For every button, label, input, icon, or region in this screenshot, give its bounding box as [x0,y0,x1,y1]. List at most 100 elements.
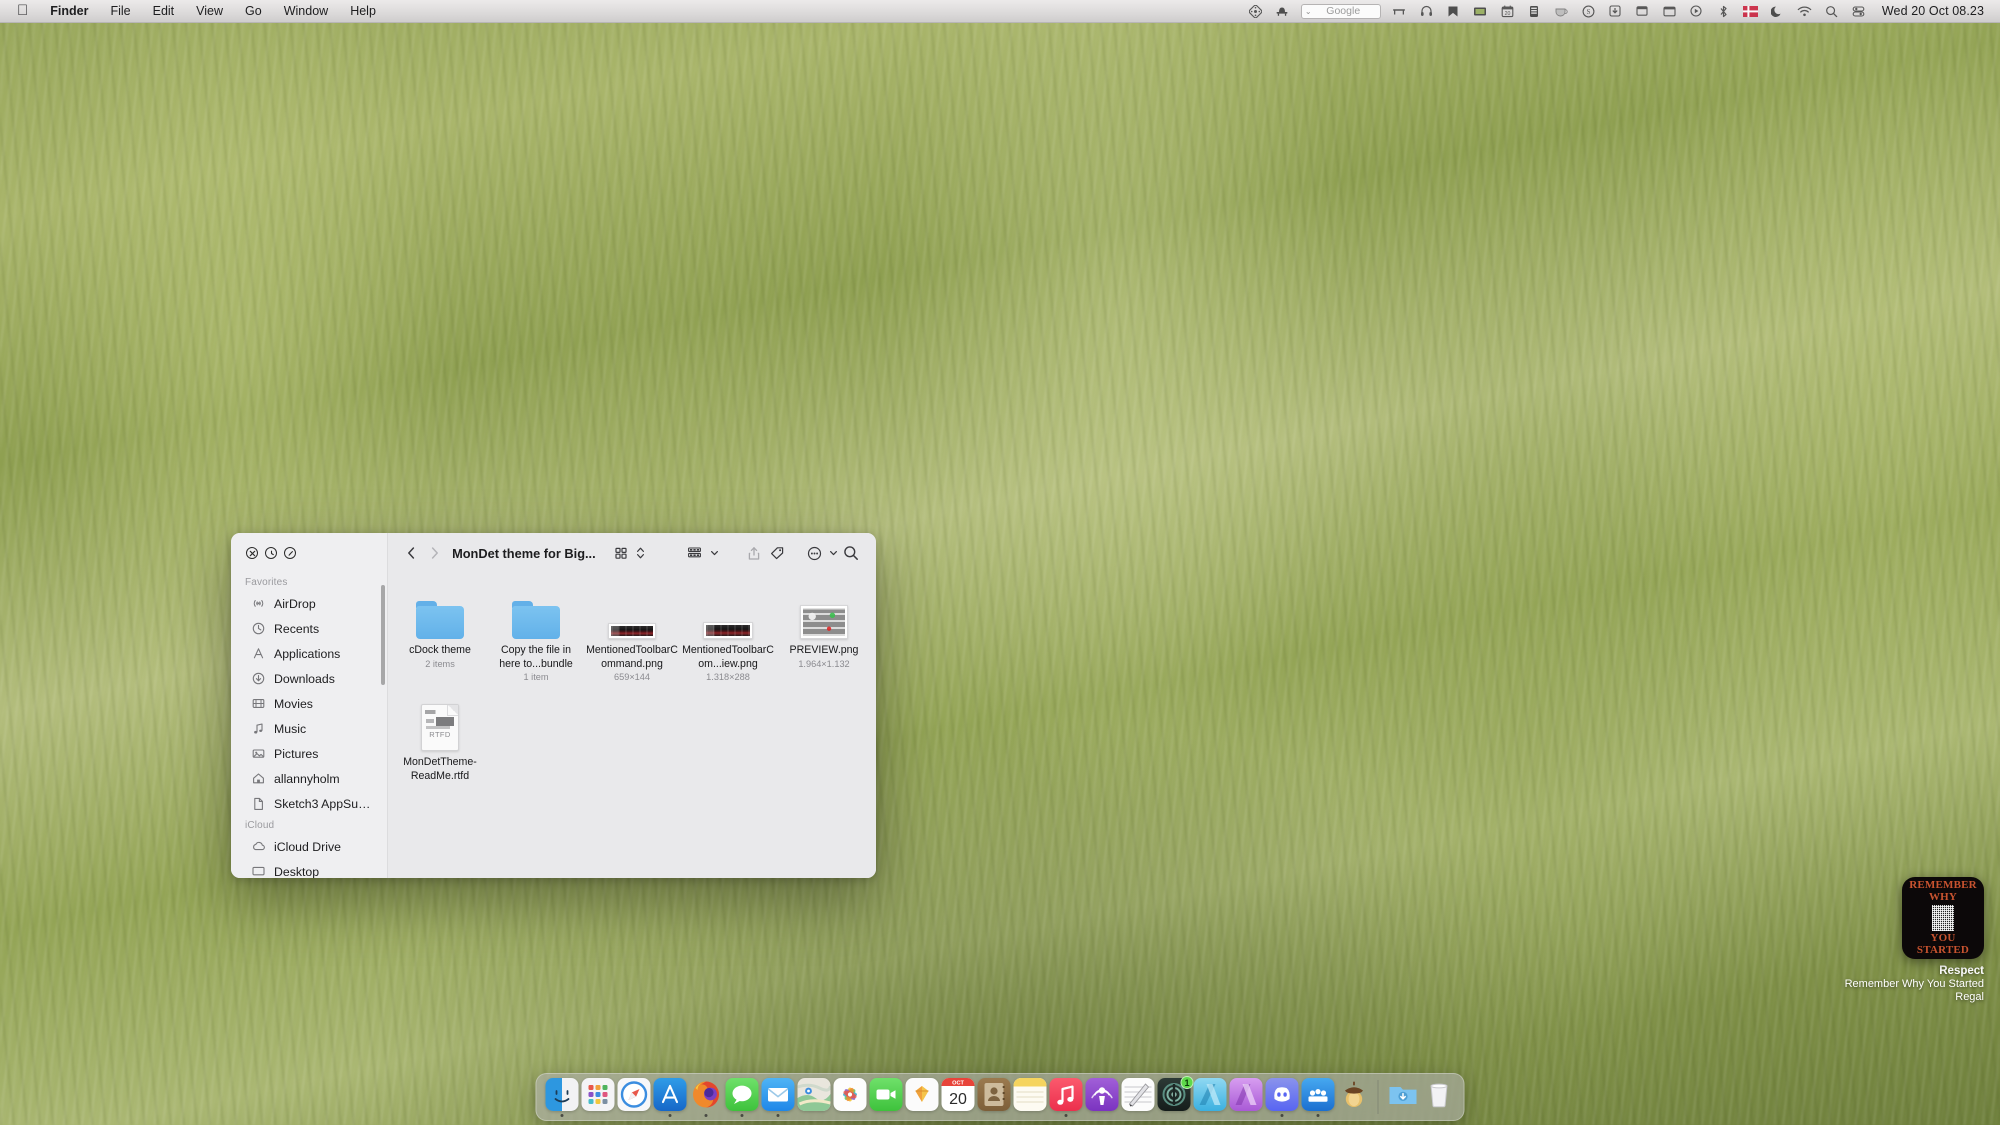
dock-item-calendar[interactable]: OCT20 [940,1078,976,1117]
dock-item-mail[interactable] [760,1078,796,1117]
menu-item-go[interactable]: Go [234,0,273,23]
file-item[interactable]: PREVIEW.png 1.964×1.132 [776,585,872,682]
sidebar-item-applications[interactable]: Applications [237,641,381,666]
menu-item-help[interactable]: Help [339,0,387,23]
dock-item-launchpad[interactable] [580,1078,616,1117]
dock-item-photos[interactable] [832,1078,868,1117]
finder-body: Favorites AirDrop Recents Applications [231,533,876,878]
sidebar-item-desktop[interactable]: Desktop [237,859,381,878]
dock-item-textedit[interactable] [1120,1078,1156,1117]
download-arrow-icon[interactable] [1602,0,1629,23]
share-icon[interactable] [743,540,766,566]
file-item[interactable]: MentionedToolbarCommand.png 659×144 [584,585,680,682]
dock-item-firefox[interactable] [688,1078,724,1117]
dock-item-maps[interactable] [796,1078,832,1117]
chevron-down-icon[interactable] [709,546,720,560]
search-icon[interactable] [839,540,862,566]
dock-item-app-store[interactable] [652,1078,688,1117]
apple-logo-icon[interactable]:  [6,0,39,23]
dock[interactable]: OCT20 1 [536,1073,1465,1121]
dock-item-sketch[interactable] [904,1078,940,1117]
more-ellipsis-icon[interactable] [801,540,827,566]
maximize-button[interactable] [284,547,296,559]
sidebar-item-sketch3-appsupport[interactable]: Sketch3 AppSupport [237,791,381,816]
sidebar-item-label: Recents [274,622,319,636]
menu-item-finder[interactable]: Finder [39,0,99,23]
window-icon[interactable] [1629,0,1656,23]
sidebar-item-downloads[interactable]: Downloads [237,666,381,691]
dock-item-contacts[interactable] [976,1078,1012,1117]
coffee-cup-icon[interactable] [1548,0,1575,23]
now-playing-widget[interactable]: REMEMBER WHY YOU STARTED Respect Remembe… [1802,877,1984,1003]
dock-item-acorn[interactable] [1336,1078,1372,1117]
dock-item-discord[interactable] [1264,1078,1300,1117]
wifi-icon[interactable] [1791,0,1818,23]
dock-item-podcasts[interactable] [1084,1078,1120,1117]
calendar-20-icon[interactable]: 20 [1494,0,1521,23]
headphones-icon[interactable] [1413,0,1440,23]
device-icon[interactable] [1521,0,1548,23]
spotlight-search-icon[interactable] [1818,0,1845,23]
file-item[interactable]: MentionedToolbarCom...iew.png 1.318×288 [680,585,776,682]
group-by-icon[interactable] [682,540,708,566]
play-circle-icon[interactable] [1683,0,1710,23]
dock-item-parallels[interactable] [1300,1078,1336,1117]
green-screen-icon[interactable] [1467,0,1494,23]
control-center-icon[interactable] [1845,0,1872,23]
dock-item-messages[interactable] [724,1078,760,1117]
dock-item-facetime[interactable] [868,1078,904,1117]
sidebar-item-pictures[interactable]: Pictures [237,741,381,766]
forward-chevron-icon[interactable] [423,540,446,566]
dock-item-finder[interactable] [544,1078,580,1117]
file-item[interactable]: cDock theme 2 items [392,585,488,682]
tag-icon[interactable] [766,540,789,566]
compass-dice-icon[interactable] [1242,0,1269,23]
dock-item-trash[interactable] [1421,1078,1457,1117]
icon-view-grid-icon[interactable] [608,540,634,566]
bookmark-icon[interactable] [1440,0,1467,23]
danish-flag-icon[interactable] [1737,0,1764,23]
moon-icon[interactable] [1764,0,1791,23]
dock-item-music[interactable] [1048,1078,1084,1117]
file-meta: 1.318×288 [706,672,750,682]
pictures-icon [251,746,266,761]
minimize-button[interactable] [265,547,277,559]
menu-item-window[interactable]: Window [273,0,339,23]
bluetooth-icon[interactable] [1710,0,1737,23]
dock-item-notes[interactable] [1012,1078,1048,1117]
sidebar-item-music[interactable]: Music [237,716,381,741]
menubar-clock[interactable]: Wed 20 Oct 08.23 [1872,4,1992,18]
dock-item-downloads-folder[interactable] [1385,1078,1421,1117]
menu-item-view[interactable]: View [185,0,234,23]
file-item[interactable]: Copy the file in here to...bundle 1 item [488,585,584,682]
sidebar-item-movies[interactable]: Movies [237,691,381,716]
dock-item-affinity-designer[interactable] [1192,1078,1228,1117]
sidebar-item-icloud-drive[interactable]: iCloud Drive [237,834,381,859]
dock-item-cdock[interactable]: 1 [1156,1078,1192,1117]
browser-window-icon[interactable] [1656,0,1683,23]
dock-item-affinity-photo[interactable] [1228,1078,1264,1117]
menu-item-file[interactable]: File [99,0,141,23]
table-icon[interactable] [1386,0,1413,23]
finder-file-grid[interactable]: cDock theme 2 items Copy the file in her… [388,573,876,878]
close-button[interactable] [246,547,258,559]
sidebar-item-home[interactable]: allannyholm [237,766,381,791]
running-indicator [1401,1114,1404,1117]
sidebar-scrollbar[interactable] [381,585,385,685]
sort-updown-icon[interactable] [635,546,646,560]
running-indicator [704,1114,707,1117]
menu-item-edit[interactable]: Edit [142,0,186,23]
back-chevron-icon[interactable] [400,540,423,566]
dock-item-safari[interactable] [616,1078,652,1117]
document-icon [251,796,266,811]
bowler-hat-icon[interactable] [1269,0,1296,23]
file-item[interactable]: RTFD MonDetTheme-ReadMe.rtfd [392,695,488,784]
file-thumbnail [416,589,464,639]
sidebar-item-recents[interactable]: Recents [237,616,381,641]
sidebar-item-airdrop[interactable]: AirDrop [237,591,381,616]
circle-s-icon[interactable]: S [1575,0,1602,23]
finder-window[interactable]: Favorites AirDrop Recents Applications [231,533,876,878]
menubar-search-field[interactable]: ⌄ Google [1301,4,1381,19]
chevron-down-icon[interactable] [828,546,839,560]
acorn-icon [1337,1078,1370,1111]
